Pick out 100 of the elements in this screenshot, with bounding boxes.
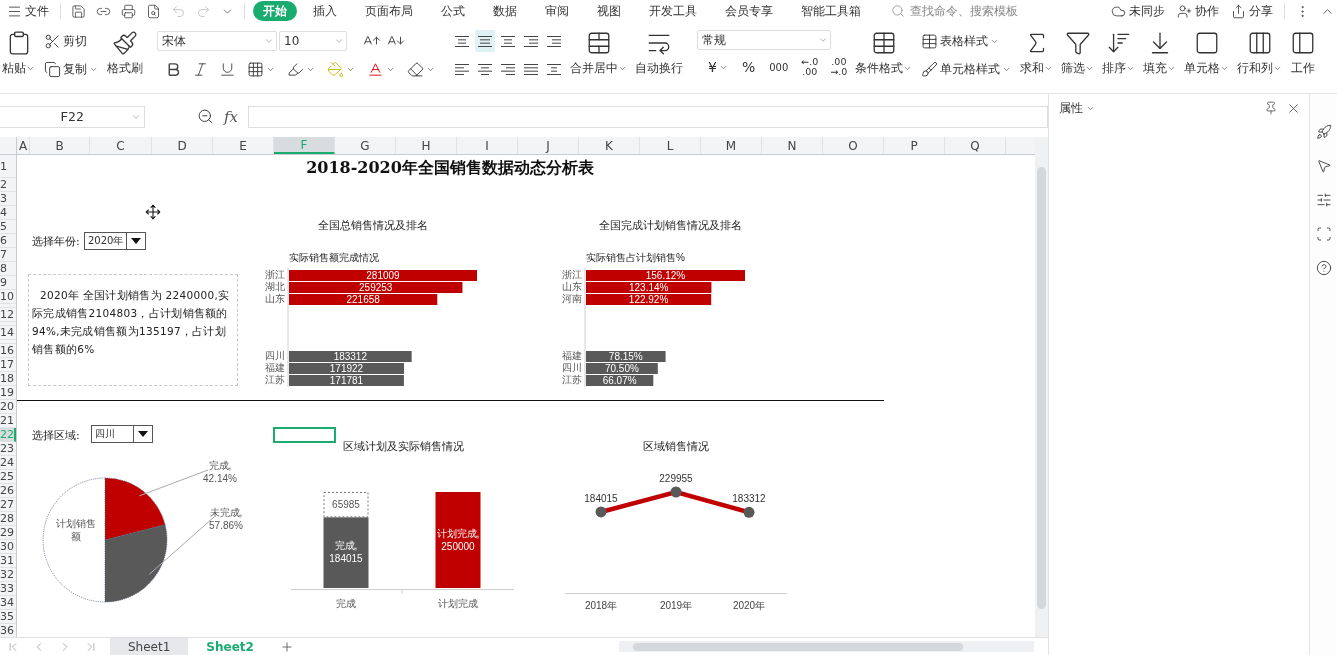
zoom-out-icon[interactable] [197,108,214,125]
column-header[interactable]: K [579,137,640,154]
ribbon-tab[interactable]: 审阅 [539,1,575,21]
row-header[interactable]: 34 [0,596,16,610]
row-header[interactable]: 27 [0,498,16,512]
column-header[interactable]: H [396,137,457,154]
row-header[interactable]: 12 [0,308,16,322]
pointer-icon[interactable] [1315,158,1332,174]
row-header[interactable]: 30 [0,540,16,554]
add-decimal-button[interactable]: ←.0 .00 [799,57,821,77]
column-header[interactable]: M [701,137,762,154]
font-select[interactable]: 宋体 [157,31,277,51]
file-menu[interactable]: 文件 [4,1,52,21]
help-icon[interactable] [1315,260,1332,276]
copy-button[interactable]: 复制 [41,58,101,80]
panel-title[interactable]: 属性 [1059,98,1095,118]
remove-decimal-button[interactable]: .00 →.0 [828,57,850,77]
column-header[interactable]: D [152,137,213,154]
table-style-button[interactable]: 表格样式 [918,30,1015,52]
collaborate-button[interactable]: 协作 [1174,1,1222,21]
row-header[interactable]: 16 [0,344,16,358]
row-header[interactable]: 8 [0,262,16,276]
font-size-select[interactable]: 10 [279,31,347,51]
thousands-button[interactable]: 000 [766,56,792,78]
horizontal-scrollbar[interactable] [619,641,1034,652]
row-header[interactable]: 32 [0,568,16,582]
rows-columns-button[interactable]: 行和列 [1235,30,1285,77]
search-field[interactable]: 查找命令、搜索模板 [891,3,1071,19]
wrap-text-button[interactable]: 自动换行 [633,30,685,77]
row-header[interactable]: 9 [0,276,16,290]
row-header[interactable]: 28 [0,512,16,526]
frame-icon[interactable] [1315,226,1332,242]
percent-button[interactable]: % [738,56,759,78]
sheet-tab[interactable]: Sheet1 [110,638,189,655]
sync-button[interactable]: 未同步 [1108,1,1168,21]
number-format-select[interactable]: 常规 [697,30,831,50]
row-header[interactable]: 18 [0,372,16,386]
ribbon-tab[interactable]: 智能工具箱 [795,1,867,21]
column-header[interactable]: L [640,137,701,154]
format-painter-button[interactable]: 格式刷 [105,30,145,77]
row-header[interactable]: 29 [0,526,16,540]
row-header[interactable]: 2 [0,178,16,192]
ribbon-tab[interactable]: 插入 [307,1,343,21]
worksheet-button[interactable]: 工作 [1288,30,1319,77]
row-header[interactable]: 1 [0,155,16,178]
fill-button[interactable]: 填充 [1141,30,1179,77]
ribbon-tab[interactable]: 数据 [487,1,523,21]
share-button[interactable]: 分享 [1228,1,1276,21]
column-header[interactable]: N [762,137,823,154]
row-header[interactable]: 14 [0,326,16,340]
row-header[interactable]: 6 [0,234,16,248]
row-header[interactable]: 5 [0,220,16,234]
paste-button[interactable]: 粘贴 [0,30,37,77]
ribbon-tab[interactable]: 视图 [591,1,627,21]
row-header[interactable]: 4 [0,206,16,220]
cell-style-button[interactable]: 单元格样式 [918,58,1015,80]
row-header[interactable]: 20 [0,400,16,414]
sum-button[interactable]: 求和 [1018,30,1056,77]
column-header[interactable]: Q [945,137,1006,154]
ribbon-tab[interactable]: 公式 [435,1,471,21]
currency-button[interactable]: ¥ [705,56,731,78]
sliders-icon[interactable] [1315,192,1332,208]
column-header[interactable]: O [823,137,884,154]
region-dropdown[interactable]: 四川 [91,425,153,443]
selected-cell[interactable] [273,427,336,443]
row-header[interactable]: 36 [0,624,16,638]
row-header[interactable]: 26 [0,484,16,498]
merge-button[interactable]: 合并居中 [568,30,629,77]
ribbon-tab[interactable]: 会员专享 [719,1,779,21]
row-header[interactable]: 7 [0,248,16,262]
row-header[interactable]: 19 [0,386,16,400]
row-header[interactable]: 17 [0,358,16,372]
row-header[interactable]: 10 [0,290,16,304]
row-header[interactable]: 24 [0,456,16,470]
row-header[interactable]: 31 [0,554,16,568]
formula-input[interactable] [248,105,1048,128]
conditional-format-button[interactable]: 条件格式 [853,30,915,77]
column-header[interactable]: J [518,137,579,154]
row-header[interactable]: 35 [0,610,16,624]
ribbon-tab[interactable]: 页面布局 [359,1,419,21]
column-header[interactable]: B [30,137,90,154]
row-header[interactable]: 3 [0,192,16,206]
column-header[interactable]: P [884,137,945,154]
row-header[interactable]: 23 [0,442,16,456]
rocket-icon[interactable] [1315,124,1332,140]
cells-button[interactable]: 单元格 [1182,30,1232,77]
name-box[interactable]: F22 [0,105,145,128]
ribbon-tab[interactable]: 开发工具 [643,1,703,21]
row-header[interactable]: 33 [0,582,16,596]
column-header[interactable]: C [90,137,152,154]
column-header[interactable]: A [17,137,30,154]
align-button[interactable] [475,30,495,52]
cut-button[interactable]: 剪切 [41,30,101,52]
sort-button[interactable]: 排序 [1100,30,1138,77]
column-header[interactable]: G [335,137,396,154]
filter-button[interactable]: 筛选 [1059,30,1097,77]
column-header[interactable]: I [457,137,518,154]
year-dropdown[interactable]: 2020年 [84,232,146,250]
function-label[interactable]: fx [224,107,238,126]
vertical-scrollbar[interactable] [1035,137,1048,637]
